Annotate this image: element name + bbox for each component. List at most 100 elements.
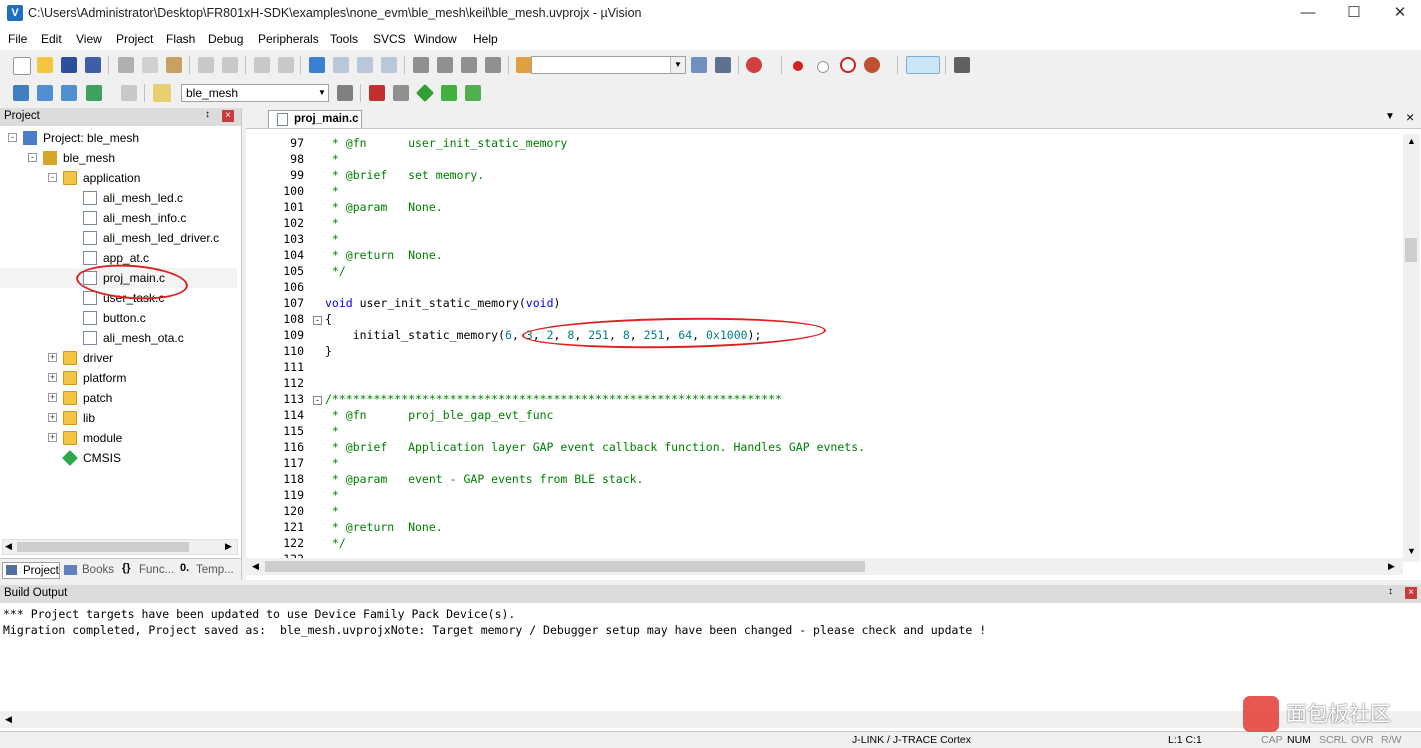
code-line[interactable]: * @return None.: [325, 520, 443, 534]
scroll-right-icon[interactable]: ▶: [225, 541, 232, 552]
expand-icon[interactable]: +: [48, 413, 57, 422]
close-tab-icon[interactable]: ×: [1406, 109, 1414, 125]
scrollbar-thumb[interactable]: [17, 542, 189, 552]
select-packs-icon[interactable]: [441, 85, 457, 101]
code-area[interactable]: * @fn user_init_static_memory * * @brief…: [325, 134, 1405, 552]
disable-breakpoint-icon[interactable]: [817, 61, 829, 73]
debug-session-icon[interactable]: [746, 57, 762, 73]
clear-bookmarks-icon[interactable]: [381, 57, 397, 73]
menu-view[interactable]: View: [76, 32, 102, 46]
scroll-left-icon[interactable]: ◀: [5, 714, 12, 725]
menu-help[interactable]: Help: [473, 32, 498, 46]
open-folder-icon[interactable]: [37, 57, 53, 73]
close-icon[interactable]: ✕: [1377, 0, 1421, 28]
window-layout-icon[interactable]: [906, 56, 940, 74]
tree-item[interactable]: + patch: [0, 388, 237, 408]
tree-item[interactable]: ali_mesh_led_driver.c: [0, 228, 237, 248]
code-line[interactable]: * @param None.: [325, 200, 443, 214]
tree-item[interactable]: ali_mesh_led.c: [0, 188, 237, 208]
save-all-icon[interactable]: [85, 57, 101, 73]
nav-forward-icon[interactable]: [278, 57, 294, 73]
tree-item[interactable]: - Project: ble_mesh: [0, 128, 237, 148]
collapse-icon[interactable]: -: [48, 173, 57, 182]
minimize-icon[interactable]: —: [1285, 0, 1331, 28]
expand-icon[interactable]: +: [48, 393, 57, 402]
find-combo[interactable]: ▼: [531, 56, 686, 74]
collapse-icon[interactable]: -: [8, 133, 17, 142]
expand-icon[interactable]: +: [48, 353, 57, 362]
menu-file[interactable]: File: [8, 32, 27, 46]
code-line[interactable]: *: [325, 488, 339, 502]
tree-item[interactable]: + platform: [0, 368, 237, 388]
menu-project[interactable]: Project: [116, 32, 153, 46]
tree-item[interactable]: CMSIS: [0, 448, 237, 468]
close-panel-icon[interactable]: ×: [1405, 587, 1417, 599]
menu-window[interactable]: Window: [414, 32, 457, 46]
bookmark-icon[interactable]: [309, 57, 325, 73]
target-select[interactable]: ble_mesh: [181, 84, 329, 102]
kill-breakpoints-icon[interactable]: [840, 57, 856, 73]
pin-icon[interactable]: ↕: [1388, 586, 1393, 597]
save-icon[interactable]: [61, 57, 77, 73]
close-panel-icon[interactable]: ×: [222, 110, 234, 122]
chevron-down-icon[interactable]: ▼: [670, 57, 685, 73]
redo-icon[interactable]: [222, 57, 238, 73]
build-hscrollbar[interactable]: ◀: [0, 711, 1421, 728]
scroll-right-icon[interactable]: ▶: [1388, 561, 1395, 572]
build-icon[interactable]: [37, 85, 53, 101]
new-file-icon[interactable]: [13, 57, 31, 75]
scroll-left-icon[interactable]: ◀: [5, 541, 12, 552]
code-line[interactable]: * @brief Application layer GAP event cal…: [325, 440, 865, 454]
find-icon[interactable]: [691, 57, 707, 73]
tree-item[interactable]: - application: [0, 168, 237, 188]
menu-edit[interactable]: Edit: [41, 32, 62, 46]
paste-icon[interactable]: [166, 57, 182, 73]
incremental-find-icon[interactable]: [715, 57, 731, 73]
vscroll-thumb[interactable]: [1405, 238, 1417, 262]
code-line[interactable]: */: [325, 264, 346, 278]
wrench-icon[interactable]: [954, 57, 970, 73]
rte-icon[interactable]: [465, 85, 481, 101]
tree-item[interactable]: button.c: [0, 308, 237, 328]
stop-build-icon[interactable]: [121, 85, 137, 101]
code-line[interactable]: * @param event - GAP events from BLE sta…: [325, 472, 644, 486]
code-line[interactable]: {: [325, 312, 332, 326]
expand-icon[interactable]: +: [48, 373, 57, 382]
find-in-files-icon[interactable]: [516, 57, 532, 73]
code-line[interactable]: */: [325, 536, 346, 550]
editor-vscrollbar[interactable]: ▲ ▼: [1403, 134, 1420, 562]
editor-hscrollbar[interactable]: ◀ ▶: [246, 558, 1403, 575]
tab-proj-main[interactable]: proj_main.c: [268, 110, 362, 128]
tree-item[interactable]: ali_mesh_ota.c: [0, 328, 237, 348]
batch-build-icon[interactable]: [86, 85, 102, 101]
target-options-icon[interactable]: [337, 85, 353, 101]
code-line[interactable]: *: [325, 424, 339, 438]
expand-icon[interactable]: +: [48, 433, 57, 442]
menu-svcs[interactable]: SVCS: [373, 32, 406, 46]
code-line[interactable]: * @fn user_init_static_memory: [325, 136, 567, 150]
code-line[interactable]: * @fn proj_ble_gap_evt_func: [325, 408, 554, 422]
code-line[interactable]: *: [325, 232, 339, 246]
manage-components-icon[interactable]: [369, 85, 385, 101]
fold-toggle-icon[interactable]: -: [313, 316, 322, 325]
fold-toggle-icon[interactable]: -: [313, 396, 322, 405]
configure-icon[interactable]: [864, 57, 880, 73]
code-line[interactable]: * @brief set memory.: [325, 168, 484, 182]
tree-item[interactable]: ali_mesh_info.c: [0, 208, 237, 228]
project-hscrollbar[interactable]: ◀ ▶: [2, 539, 238, 555]
menu-peripherals[interactable]: Peripherals: [258, 32, 319, 46]
tree-item[interactable]: + lib: [0, 408, 237, 428]
prev-bookmark-icon[interactable]: [333, 57, 349, 73]
menu-flash[interactable]: Flash: [166, 32, 195, 46]
insert-breakpoint-icon[interactable]: [793, 61, 803, 71]
maximize-icon[interactable]: ☐: [1331, 0, 1377, 28]
menu-tools[interactable]: Tools: [330, 32, 358, 46]
pin-icon[interactable]: ↕: [205, 109, 210, 120]
code-line[interactable]: *: [325, 152, 339, 166]
code-line[interactable]: void user_init_static_memory(void): [325, 296, 560, 310]
uncomment-icon[interactable]: [485, 57, 501, 73]
rebuild-icon[interactable]: [61, 85, 77, 101]
code-line[interactable]: *: [325, 216, 339, 230]
unindent-icon[interactable]: [437, 57, 453, 73]
undo-icon[interactable]: [198, 57, 214, 73]
